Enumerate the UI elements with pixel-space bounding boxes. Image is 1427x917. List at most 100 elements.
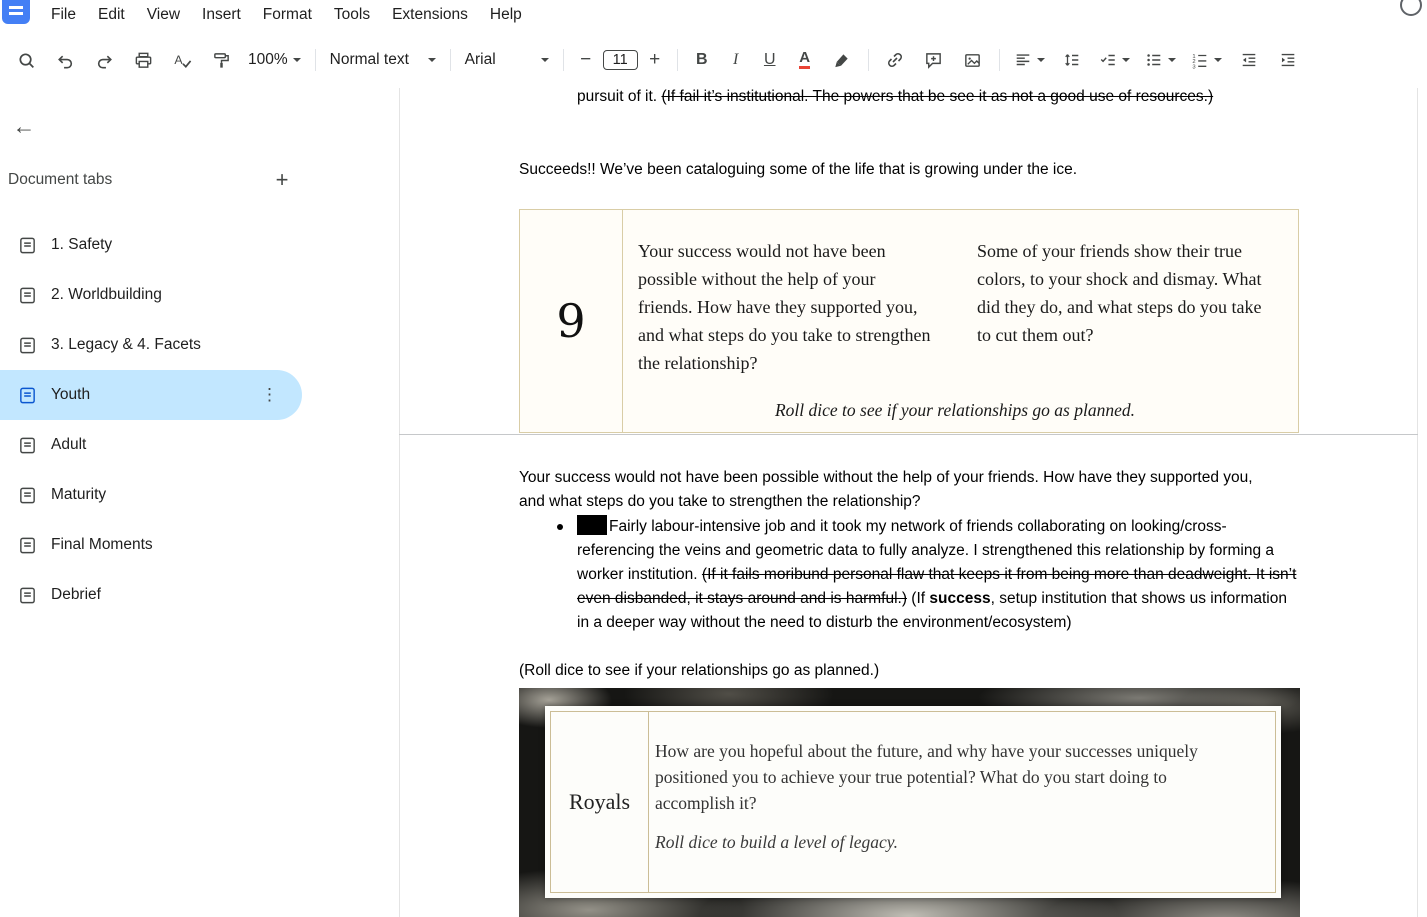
sidebar-item-label: 3. Legacy & 4. Facets: [51, 336, 201, 353]
google-docs-app: File Edit View Insert Format Tools Exten…: [0, 0, 1427, 917]
royals-card-image[interactable]: Royals How are you hopeful about the fut…: [519, 688, 1300, 917]
toolbar-separator: [314, 49, 316, 71]
page-edge: [1417, 88, 1418, 917]
toolbar-separator: [867, 49, 869, 71]
insert-link-icon[interactable]: [877, 42, 913, 78]
card-number: 9: [520, 210, 623, 432]
spelling-check-icon[interactable]: A: [164, 42, 200, 78]
decrease-indent-icon[interactable]: [1231, 42, 1267, 78]
add-comment-icon[interactable]: [916, 42, 952, 78]
text-color-button[interactable]: A: [789, 42, 821, 78]
menu-insert[interactable]: Insert: [191, 3, 252, 27]
toolbar-separator: [998, 49, 1000, 71]
print-icon[interactable]: [125, 42, 161, 78]
increase-font-size-button[interactable]: +: [641, 42, 669, 78]
checklist-select[interactable]: [1093, 42, 1136, 78]
tab-icon: [20, 337, 35, 353]
paragraph[interactable]: pursuit of it. (If fail it’s institution…: [577, 88, 1272, 109]
align-select[interactable]: [1008, 42, 1051, 78]
bullet-list-item[interactable]: Fairly labour-intensive job and it took …: [556, 515, 1301, 635]
paragraph[interactable]: Succeeds!! We’ve been cataloguing some o…: [519, 158, 1279, 182]
menu-extensions[interactable]: Extensions: [381, 3, 479, 27]
sidebar-item-youth[interactable]: Youth ⋮: [0, 370, 302, 420]
menu-edit[interactable]: Edit: [87, 3, 136, 27]
zoom-select[interactable]: 100%: [242, 42, 307, 78]
royals-roll-instruction: Roll dice to build a level of legacy.: [655, 832, 898, 852]
numbered-list-select[interactable]: 123: [1185, 42, 1228, 78]
redo-icon[interactable]: [86, 42, 122, 78]
bold-text: success: [929, 590, 991, 607]
sidebar-item-label: Final Moments: [51, 536, 153, 553]
sidebar-item-adult[interactable]: Adult: [0, 420, 302, 470]
sidebar-item-worldbuilding[interactable]: 2. Worldbuilding: [0, 270, 302, 320]
toolbar-separator: [449, 49, 451, 71]
menubar: File Edit View Insert Format Tools Exten…: [0, 0, 1427, 30]
menu-file[interactable]: File: [40, 3, 87, 27]
chevron-down-icon: [1167, 58, 1176, 62]
paragraph[interactable]: Your success would not have been possibl…: [519, 466, 1279, 514]
sidebar-item-label: Maturity: [51, 486, 107, 503]
sidebar-item-label: Youth: [51, 386, 91, 403]
insert-image-icon[interactable]: [955, 42, 991, 78]
underline-button[interactable]: U: [754, 42, 786, 78]
prompt-card-9[interactable]: 9 Your success would not have been possi…: [519, 209, 1299, 433]
menu-format[interactable]: Format: [252, 3, 323, 27]
card-prompt-betrayal: Some of your friends show their true col…: [977, 241, 1262, 345]
paint-format-icon[interactable]: [203, 42, 239, 78]
menu-view[interactable]: View: [136, 3, 191, 27]
sidebar-item-label: 2. Worldbuilding: [51, 286, 162, 303]
chevron-down-icon: [540, 58, 549, 62]
chevron-down-icon: [427, 58, 436, 62]
font-select[interactable]: Arial: [459, 42, 555, 78]
tab-icon: [20, 437, 35, 453]
svg-text:A: A: [174, 52, 183, 66]
search-icon[interactable]: [8, 42, 44, 78]
royals-card-prompt: How are you hopeful about the future, an…: [655, 741, 1198, 813]
page-break-line: [399, 434, 1418, 435]
paragraph-style-select[interactable]: Normal text: [324, 42, 442, 78]
style-value: Normal text: [329, 51, 409, 68]
bulleted-list-select[interactable]: [1139, 42, 1182, 78]
menu-help[interactable]: Help: [479, 3, 533, 27]
zoom-value: 100%: [248, 51, 288, 68]
document-tabs-sidebar: ← Document tabs + 1. Safety 2. Worldbuil…: [0, 88, 399, 917]
sidebar-item-legacy-facets[interactable]: 3. Legacy & 4. Facets: [0, 320, 302, 370]
sidebar-item-debrief[interactable]: Debrief: [0, 570, 302, 620]
chevron-down-icon: [1036, 58, 1045, 62]
tabs-header: Document tabs +: [8, 160, 298, 200]
chevron-down-icon: [292, 58, 301, 62]
italic-button[interactable]: I: [721, 42, 751, 78]
line-spacing-icon[interactable]: [1054, 42, 1090, 78]
sidebar-item-label: Adult: [51, 436, 87, 453]
sidebar-item-safety[interactable]: 1. Safety: [0, 220, 302, 270]
tab-options-kebab-icon[interactable]: ⋮: [261, 385, 278, 405]
chevron-down-icon: [1121, 58, 1130, 62]
tab-list: 1. Safety 2. Worldbuilding 3. Legacy & 4…: [0, 220, 399, 620]
bullet-icon: [557, 524, 563, 530]
redacted-text-block: [577, 515, 607, 535]
sidebar-item-final-moments[interactable]: Final Moments: [0, 520, 302, 570]
menu-tools[interactable]: Tools: [323, 3, 381, 27]
card-prompt-success: Your success would not have been possibl…: [638, 241, 931, 373]
highlight-color-icon[interactable]: [824, 42, 860, 78]
paragraph[interactable]: (Roll dice to see if your relationships …: [519, 659, 879, 683]
tab-icon: [20, 487, 35, 503]
tab-icon: [20, 537, 35, 553]
back-arrow-icon[interactable]: ←: [2, 104, 46, 148]
decrease-font-size-button[interactable]: −: [572, 42, 600, 78]
add-tab-button[interactable]: +: [266, 164, 298, 196]
document-canvas[interactable]: pursuit of it. (If fail it’s institution…: [399, 88, 1427, 917]
sidebar-item-label: 1. Safety: [51, 236, 113, 253]
sidebar-item-maturity[interactable]: Maturity: [0, 470, 302, 520]
document-tabs-title: Document tabs: [8, 171, 113, 188]
tab-icon: [20, 237, 35, 253]
sidebar-item-label: Debrief: [51, 586, 101, 603]
undo-icon[interactable]: [47, 42, 83, 78]
card-roll-instruction: Roll dice to see if your relationships g…: [774, 400, 1135, 420]
svg-text:3: 3: [1192, 65, 1195, 69]
font-size-input[interactable]: 11: [602, 50, 638, 70]
bold-button[interactable]: B: [686, 42, 718, 78]
struck-text: (If fail it’s institutional. The powers …: [661, 88, 1214, 105]
increase-indent-icon[interactable]: [1270, 42, 1306, 78]
toolbar: A 100% Normal text Arial − 11 + B I U A …: [0, 32, 1427, 88]
